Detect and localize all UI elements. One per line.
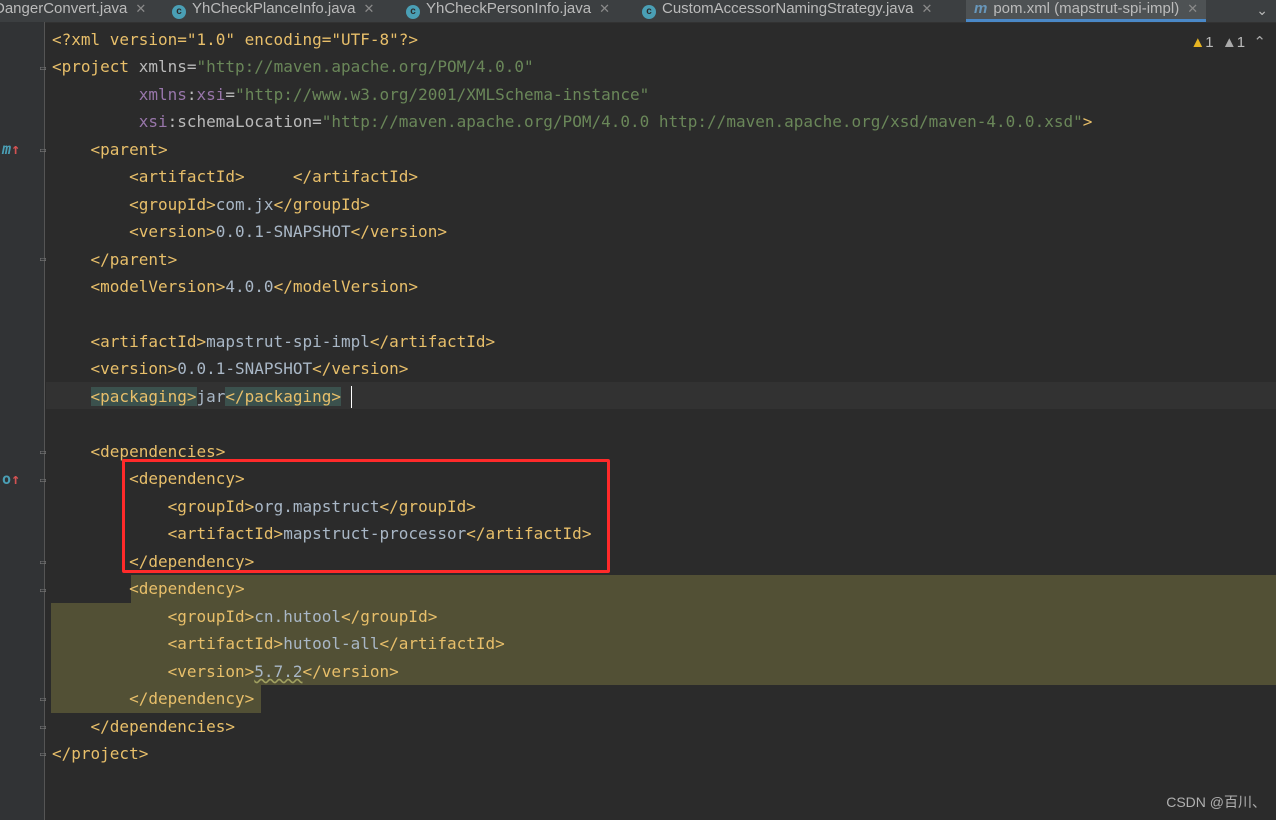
code-line: <version>5.7.2</version> (167, 662, 399, 681)
editor-gutter: ▭ m↑ ▭ ▭ ▭ o↑ ▭ ▭ ▭ ▭ ▭ ▭ (0, 22, 46, 820)
code-line: <artifactId>hutool-all</artifactId> (167, 634, 505, 653)
tab-pom-xml[interactable]: m pom.xml (mapstrut-spi-impl) ✕ (966, 0, 1207, 22)
tab-label: YhCheckPlanceInfo.java (192, 0, 356, 17)
warning-count: 1 (1205, 34, 1214, 51)
code-line: xsi:schemaLocation="http://maven.apache.… (138, 112, 1093, 131)
code-editor[interactable]: <?xml version="1.0" encoding="UTF-8"?> <… (46, 22, 1276, 820)
close-icon[interactable]: ✕ (1187, 1, 1198, 16)
code-line: xmlns:xsi="http://www.w3.org/2001/XMLSch… (138, 85, 650, 104)
code-line: <version>0.0.1-SNAPSHOT</version> (90, 359, 409, 378)
code-line: <artifactId> </artifactId> (129, 167, 419, 186)
code-line: <?xml version="1.0" encoding="UTF-8"?> (52, 30, 419, 49)
code-line: <dependency> (129, 579, 245, 598)
annotation-box (122, 459, 610, 573)
class-icon: c (642, 5, 656, 19)
class-icon: c (406, 5, 420, 19)
close-icon[interactable]: ✕ (135, 1, 146, 16)
inspection-widget[interactable]: ▲1 ▲1 ⌃ (1190, 33, 1266, 51)
maven-icon: m (974, 0, 988, 17)
tab-danger-convert[interactable]: DangerConvert.java ✕ (0, 0, 146, 22)
tab-label: pom.xml (mapstrut-spi-impl) (993, 0, 1180, 17)
close-icon[interactable]: ✕ (921, 1, 932, 16)
code-line: <groupId>com.jx</groupId> (129, 195, 370, 214)
code-line: <modelVersion>4.0.0</modelVersion> (90, 277, 419, 296)
code-line: <groupId>cn.hutool</groupId> (167, 607, 438, 626)
tab-yhcheckplanceinfo[interactable]: c YhCheckPlanceInfo.java ✕ (172, 0, 374, 22)
close-icon[interactable]: ✕ (363, 1, 374, 16)
weak-warning-icon: ▲ (1221, 34, 1237, 51)
tab-yhcheckpersoninfo[interactable]: c YhCheckPersonInfo.java ✕ (406, 0, 610, 22)
class-icon: c (172, 5, 186, 19)
tab-label: DangerConvert.java (0, 0, 128, 17)
weak-warning-count: 1 (1236, 34, 1246, 51)
code-line: </parent> (90, 250, 178, 269)
warning-icon: ▲ (1190, 34, 1206, 51)
tab-label: YhCheckPersonInfo.java (426, 0, 592, 17)
code-line: <parent> (90, 140, 168, 159)
override-icon[interactable]: o↑ (2, 470, 20, 488)
code-line: <project xmlns="http://maven.apache.org/… (52, 57, 534, 76)
code-line: </project> (52, 744, 149, 763)
code-line: <artifactId>mapstrut-spi-impl</artifactI… (90, 332, 496, 351)
watermark: CSDN @百川、 (1166, 794, 1266, 810)
code-line: </dependency> (129, 689, 255, 708)
tab-label: CustomAccessorNamingStrategy.java (662, 0, 914, 17)
chevron-up-icon[interactable]: ⌃ (1253, 34, 1266, 51)
tab-customaccessornamingstrategy[interactable]: c CustomAccessorNamingStrategy.java ✕ (642, 0, 932, 22)
close-icon[interactable]: ✕ (599, 1, 610, 16)
maven-parent-icon[interactable]: m↑ (2, 140, 20, 158)
code-line: <packaging>jar</packaging> (90, 387, 341, 406)
code-line: <version>0.0.1-SNAPSHOT</version> (129, 222, 447, 241)
text-caret (351, 386, 352, 408)
chevron-down-icon[interactable]: ⌄ (1256, 0, 1268, 20)
selection-highlight (131, 575, 1276, 603)
editor-tab-bar: DangerConvert.java ✕ c YhCheckPlanceInfo.j… (0, 0, 1276, 23)
code-line: </dependencies> (90, 717, 236, 736)
